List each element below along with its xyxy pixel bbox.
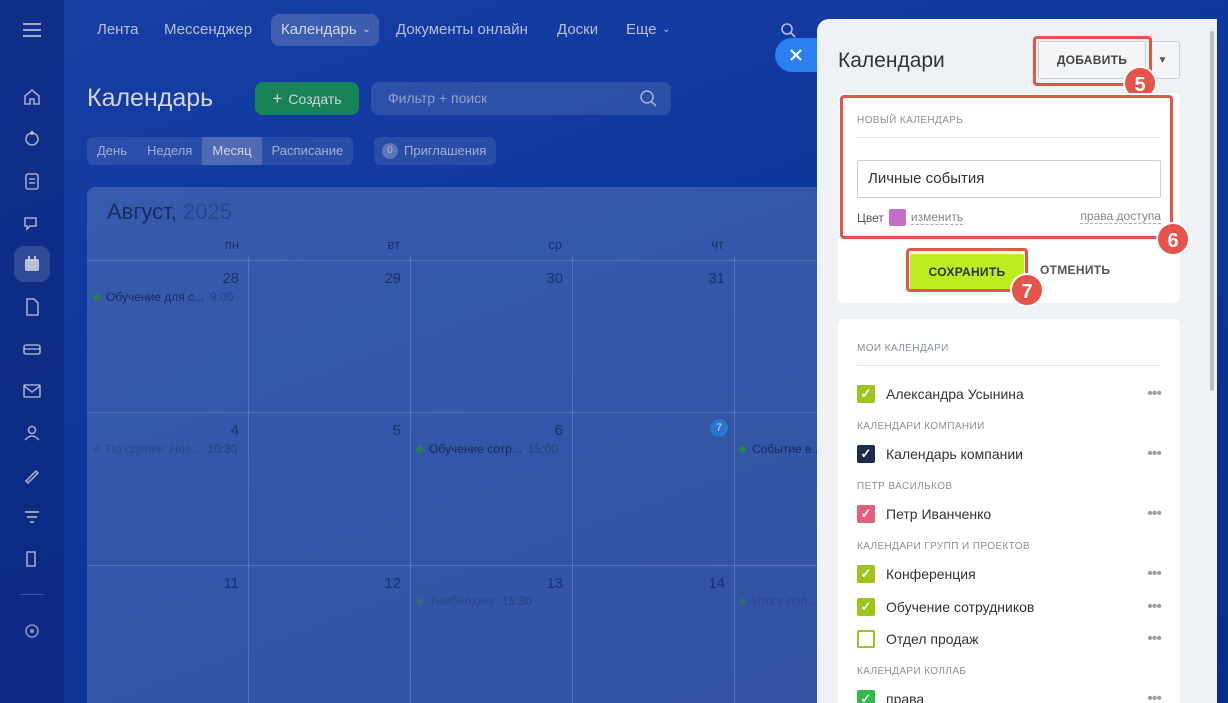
more-icon[interactable]: ••• <box>1147 690 1162 703</box>
calendar-item[interactable]: ✓ Календарь компании ••• <box>857 443 1162 465</box>
calendar-item[interactable]: ✓ Александра Усынина ••• <box>857 383 1162 405</box>
calendar-item[interactable]: ✓ Петр Иванченко ••• <box>857 503 1162 525</box>
section-company-calendars: КАЛЕНДАРИ КОМПАНИИ <box>857 421 985 432</box>
more-icon[interactable]: ••• <box>1147 445 1162 463</box>
calendar-item[interactable]: ✓ Обучение сотрудников ••• <box>857 596 1162 618</box>
checkbox-checked-icon[interactable]: ✓ <box>857 690 875 703</box>
section-my-calendars: МОИ КАЛЕНДАРИ <box>857 343 949 354</box>
panel-scrollbar[interactable] <box>1210 31 1214 391</box>
calendar-item[interactable]: ✓ Конференция ••• <box>857 563 1162 585</box>
close-panel-button[interactable] <box>775 38 817 72</box>
more-icon[interactable]: ••• <box>1147 565 1162 583</box>
calendar-item-label: Календарь компании <box>886 446 1023 462</box>
cancel-button[interactable]: ОТМЕНИТЬ <box>1040 263 1110 277</box>
step-marker: 7 <box>1010 273 1044 307</box>
panel-title: Календари <box>838 49 945 72</box>
calendar-item[interactable]: ✓ права ••• <box>857 688 1162 703</box>
section-petr-calendars: ПЕТР ВАСИЛЬКОВ <box>857 481 953 492</box>
checkbox-checked-icon[interactable]: ✓ <box>857 598 875 616</box>
close-icon <box>790 49 802 61</box>
calendar-item-label: Отдел продаж <box>886 631 979 647</box>
calendar-item-label: Конференция <box>886 566 976 582</box>
checkbox-checked-icon[interactable]: ✓ <box>857 565 875 583</box>
step-marker: 6 <box>1156 222 1190 256</box>
calendars-panel: Календари ДОБАВИТЬ ▼ 5 НОВЫЙ КАЛЕНДАРЬ Л… <box>817 19 1217 703</box>
calendar-item-label: Александра Усынина <box>886 386 1024 402</box>
section-group-calendars: КАЛЕНДАРИ ГРУПП И ПРОЕКТОВ <box>857 541 1031 552</box>
more-icon[interactable]: ••• <box>1147 385 1162 403</box>
more-icon[interactable]: ••• <box>1147 505 1162 523</box>
section-collab-calendars: КАЛЕНДАРИ КОЛЛАБ <box>857 666 967 677</box>
highlight-frame <box>840 95 1173 239</box>
caret-down-icon: ▼ <box>1157 54 1168 66</box>
calendar-item[interactable]: Отдел продаж ••• <box>857 628 1162 650</box>
calendar-item-label: Петр Иванченко <box>886 506 992 522</box>
calendar-item-label: Обучение сотрудников <box>886 599 1035 615</box>
more-icon[interactable]: ••• <box>1147 598 1162 616</box>
checkbox-empty-icon[interactable] <box>857 630 875 648</box>
checkbox-checked-icon[interactable]: ✓ <box>857 505 875 523</box>
calendars-list-card: МОИ КАЛЕНДАРИ ✓ Александра Усынина ••• К… <box>838 319 1180 703</box>
calendar-app-background: Лента Мессенджер Календарь ⌄ Документы он… <box>0 0 1228 703</box>
checkbox-checked-icon[interactable]: ✓ <box>857 445 875 463</box>
calendar-item-label: права <box>886 691 925 703</box>
checkbox-checked-icon[interactable]: ✓ <box>857 385 875 403</box>
divider <box>857 365 1161 366</box>
more-icon[interactable]: ••• <box>1147 630 1162 648</box>
